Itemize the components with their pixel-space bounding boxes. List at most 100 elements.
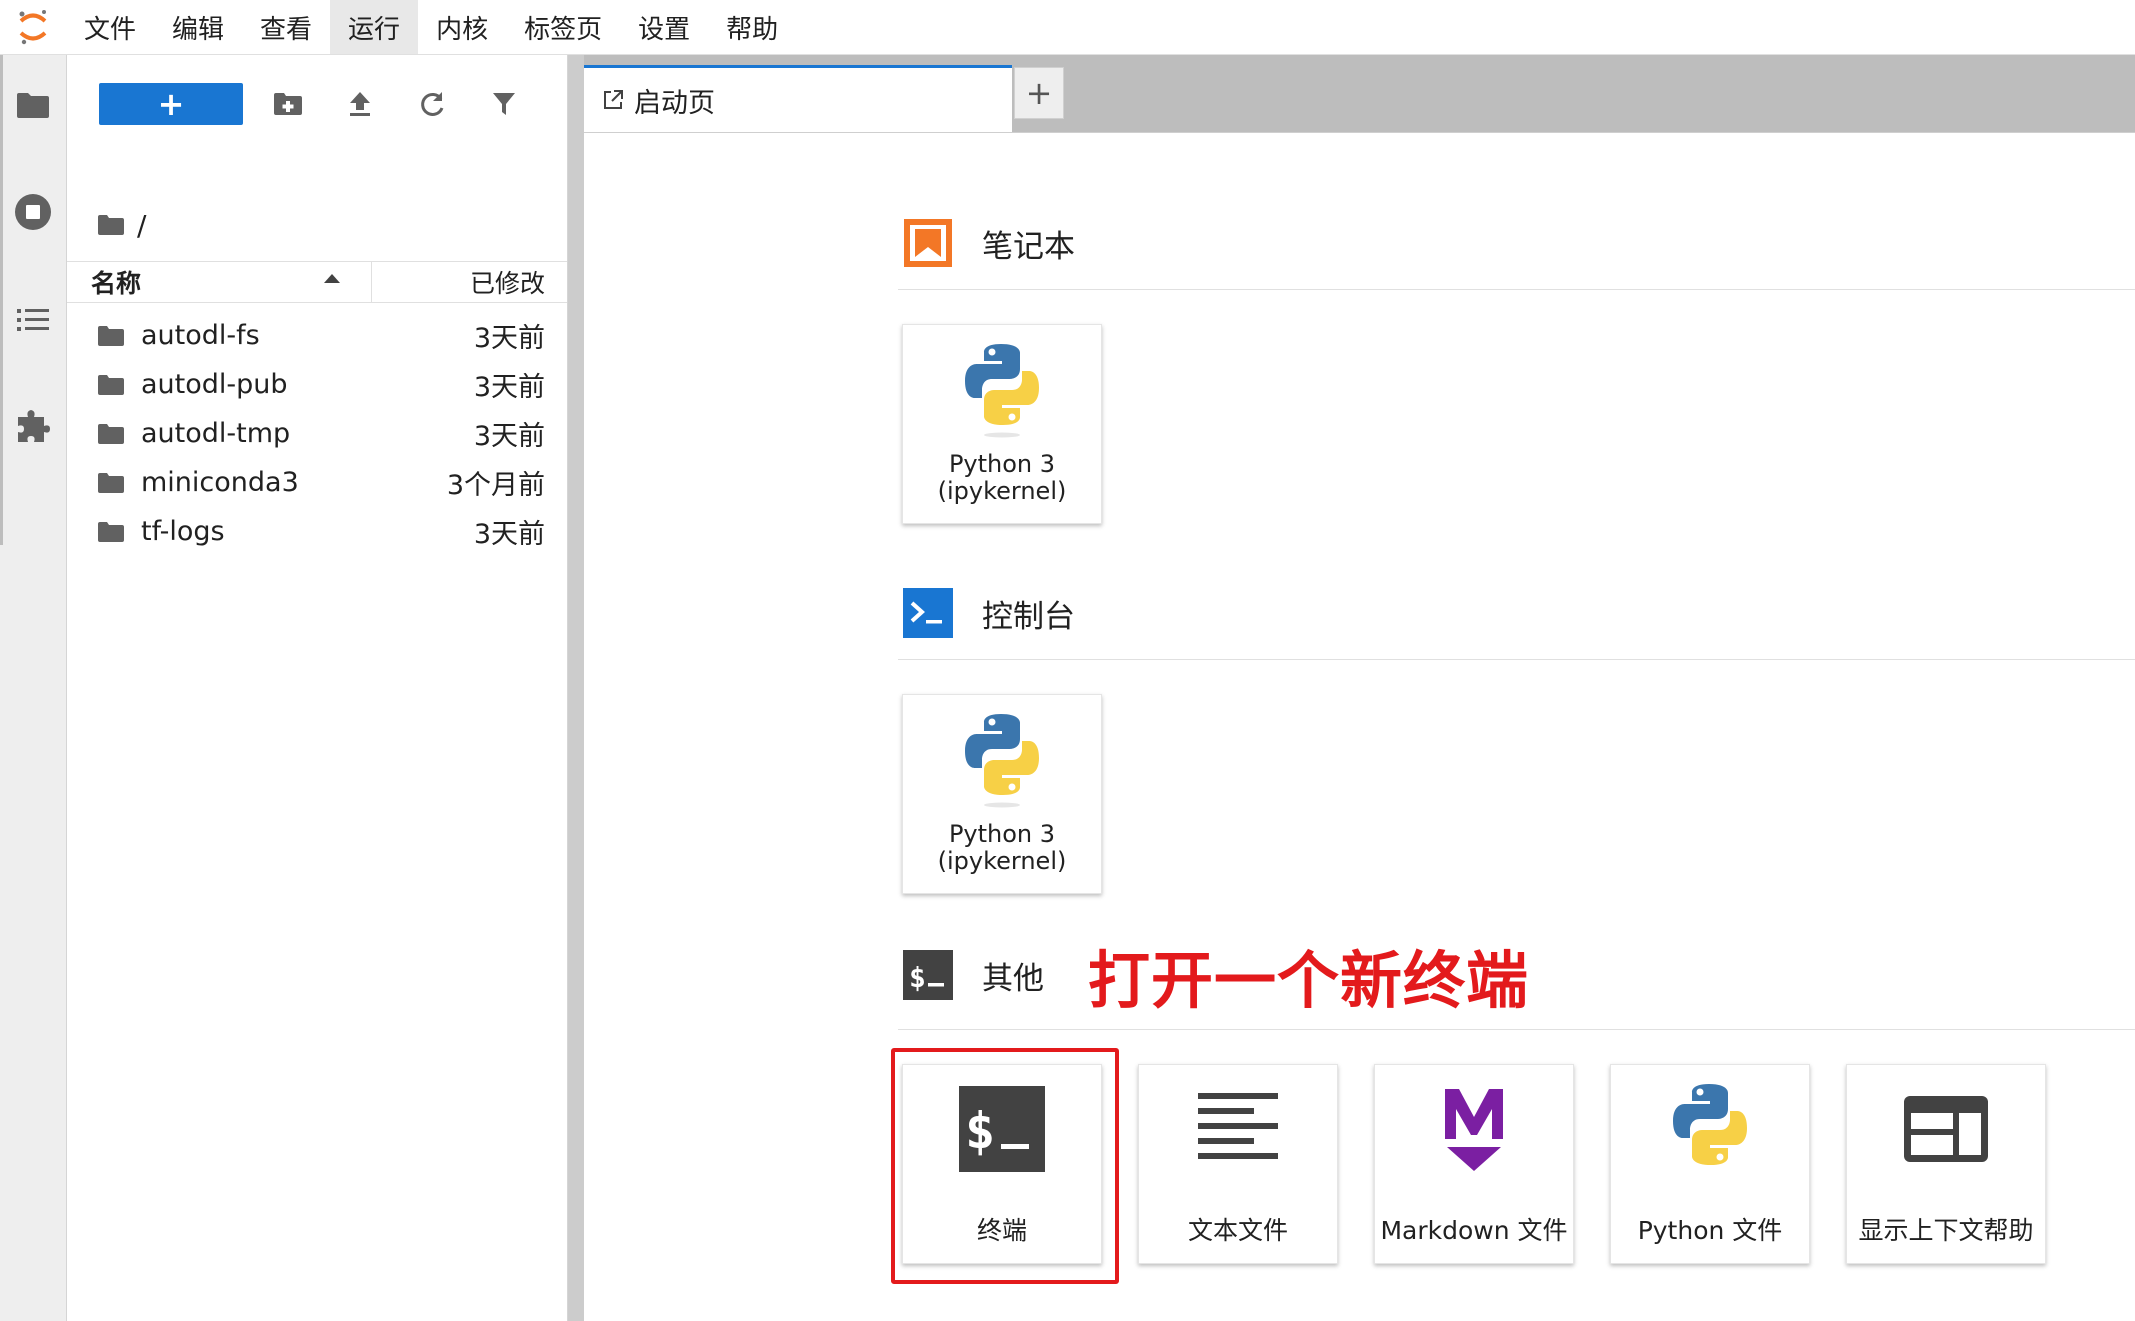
markdown-file-card[interactable]: Markdown 文件	[1374, 1064, 1574, 1264]
file-name: autodl-pub	[141, 369, 288, 400]
python3-console-card[interactable]: Python 3 (ipykernel)	[902, 694, 1102, 894]
text-file-icon	[1178, 1079, 1298, 1179]
menu-view[interactable]: 查看	[242, 0, 330, 54]
file-modified: 3天前	[473, 323, 545, 354]
section-divider	[898, 659, 2135, 660]
name-column-header[interactable]: 名称	[67, 262, 372, 302]
extension-manager-tab[interactable]	[0, 391, 66, 461]
section-title: 控制台	[982, 598, 1075, 635]
context-help-card[interactable]: 显示上下文帮助	[1846, 1064, 2046, 1264]
file-listing: autodl-fs 3天前 autodl-pub 3天前 autodl-tmp …	[67, 311, 567, 556]
plus-icon: +	[157, 85, 185, 123]
folder-icon	[97, 472, 127, 494]
plus-icon: +	[1025, 74, 1053, 112]
menu-settings[interactable]: 设置	[620, 0, 708, 54]
menu-tabs[interactable]: 标签页	[506, 0, 620, 54]
menu-run[interactable]: 运行	[330, 0, 419, 54]
card-label: Python 3 (ipykernel)	[937, 820, 1067, 875]
file-browser-toolbar: +	[67, 55, 567, 155]
file-name: miniconda3	[141, 467, 299, 498]
filter-icon	[493, 93, 515, 115]
list-item[interactable]: autodl-tmp 3天前	[67, 409, 567, 458]
sort-ascending-icon	[324, 274, 340, 283]
breadcrumb[interactable]: /	[97, 205, 146, 245]
listing-header: 名称 已修改	[67, 261, 567, 303]
add-tab-button[interactable]: +	[1014, 67, 1064, 119]
console-icon	[902, 587, 954, 639]
tab-launcher[interactable]: 启动页	[584, 65, 1012, 132]
filter-button[interactable]	[487, 87, 521, 121]
terminal-icon: $	[902, 949, 954, 1001]
svg-text:$: $	[965, 1102, 995, 1160]
python-icon	[942, 339, 1062, 439]
annotation-text: 打开一个新终端	[1088, 944, 1530, 1017]
notebook-section-header: 笔记本	[902, 215, 2135, 271]
folder-icon	[97, 521, 127, 543]
python-icon	[1650, 1079, 1770, 1179]
markdown-icon	[1414, 1079, 1534, 1179]
panel-splitter[interactable]	[568, 55, 584, 1321]
modified-column-header[interactable]: 已修改	[372, 264, 567, 300]
folder-icon	[97, 423, 127, 445]
left-activity-bar	[0, 55, 67, 1321]
python-file-card[interactable]: Python 文件	[1610, 1064, 1810, 1264]
running-sessions-tab[interactable]	[0, 177, 66, 247]
card-label: 终端	[976, 1216, 1027, 1245]
card-label: Python 文件	[1637, 1216, 1783, 1245]
terminal-icon: $	[942, 1079, 1062, 1179]
table-of-contents-tab[interactable]	[0, 285, 66, 355]
folder-icon	[98, 215, 124, 235]
launch-icon	[604, 90, 623, 109]
list-icon	[17, 309, 49, 331]
folder-icon	[97, 374, 127, 396]
list-item[interactable]: autodl-fs 3天前	[67, 311, 567, 360]
file-name: autodl-fs	[141, 320, 260, 351]
list-item[interactable]: miniconda3 3个月前	[67, 458, 567, 507]
new-folder-icon	[274, 93, 302, 115]
other-section-header: $ 其他 打开一个新终端	[902, 944, 2135, 1017]
python-icon	[942, 709, 1062, 809]
file-browser-tab[interactable]	[0, 70, 66, 140]
upload-icon	[350, 92, 370, 116]
menu-file[interactable]: 文件	[66, 0, 154, 54]
refresh-icon	[421, 92, 444, 116]
section-title: 其他	[982, 960, 1044, 997]
menu-help[interactable]: 帮助	[708, 0, 796, 54]
file-modified: 3个月前	[446, 470, 545, 501]
list-item[interactable]: autodl-pub 3天前	[67, 360, 567, 409]
file-modified: 3天前	[473, 421, 545, 452]
terminal-card[interactable]: $ 终端	[902, 1064, 1102, 1264]
card-label: Python 3 (ipykernel)	[937, 450, 1067, 505]
card-label: 显示上下文帮助	[1858, 1216, 2034, 1245]
upload-button[interactable]	[343, 87, 377, 121]
launcher-panel: 笔记本 Python 3 (ipykernel) 控制台 Python 3 (i…	[584, 133, 2135, 1321]
menu-kernel[interactable]: 内核	[418, 0, 506, 54]
main-tab-bar: 启动页 +	[584, 55, 2135, 133]
stop-circle-icon	[15, 194, 51, 230]
file-name: tf-logs	[141, 516, 225, 547]
notebook-icon	[902, 217, 954, 269]
refresh-button[interactable]	[415, 87, 449, 121]
context-help-icon	[1886, 1079, 2006, 1179]
new-launcher-button[interactable]: +	[99, 83, 243, 125]
python3-notebook-card[interactable]: Python 3 (ipykernel)	[902, 324, 1102, 524]
name-column-label: 名称	[91, 269, 142, 298]
new-folder-button[interactable]	[271, 87, 305, 121]
file-modified: 3天前	[473, 519, 545, 550]
list-item[interactable]: tf-logs 3天前	[67, 507, 567, 556]
section-title: 笔记本	[982, 228, 1075, 265]
file-modified: 3天前	[473, 372, 545, 403]
card-label: Markdown 文件	[1380, 1216, 1568, 1245]
puzzle-icon	[18, 410, 50, 442]
tab-label: 启动页	[634, 87, 715, 119]
svg-text:$: $	[909, 961, 926, 994]
folder-icon	[97, 325, 127, 347]
jupyter-logo-icon	[0, 0, 66, 54]
folder-icon	[17, 93, 49, 118]
section-divider	[898, 1029, 2135, 1030]
breadcrumb-root[interactable]: /	[137, 209, 146, 242]
file-name: autodl-tmp	[141, 418, 291, 449]
menu-edit[interactable]: 编辑	[154, 0, 242, 54]
card-label: 文本文件	[1187, 1216, 1288, 1245]
text-file-card[interactable]: 文本文件	[1138, 1064, 1338, 1264]
